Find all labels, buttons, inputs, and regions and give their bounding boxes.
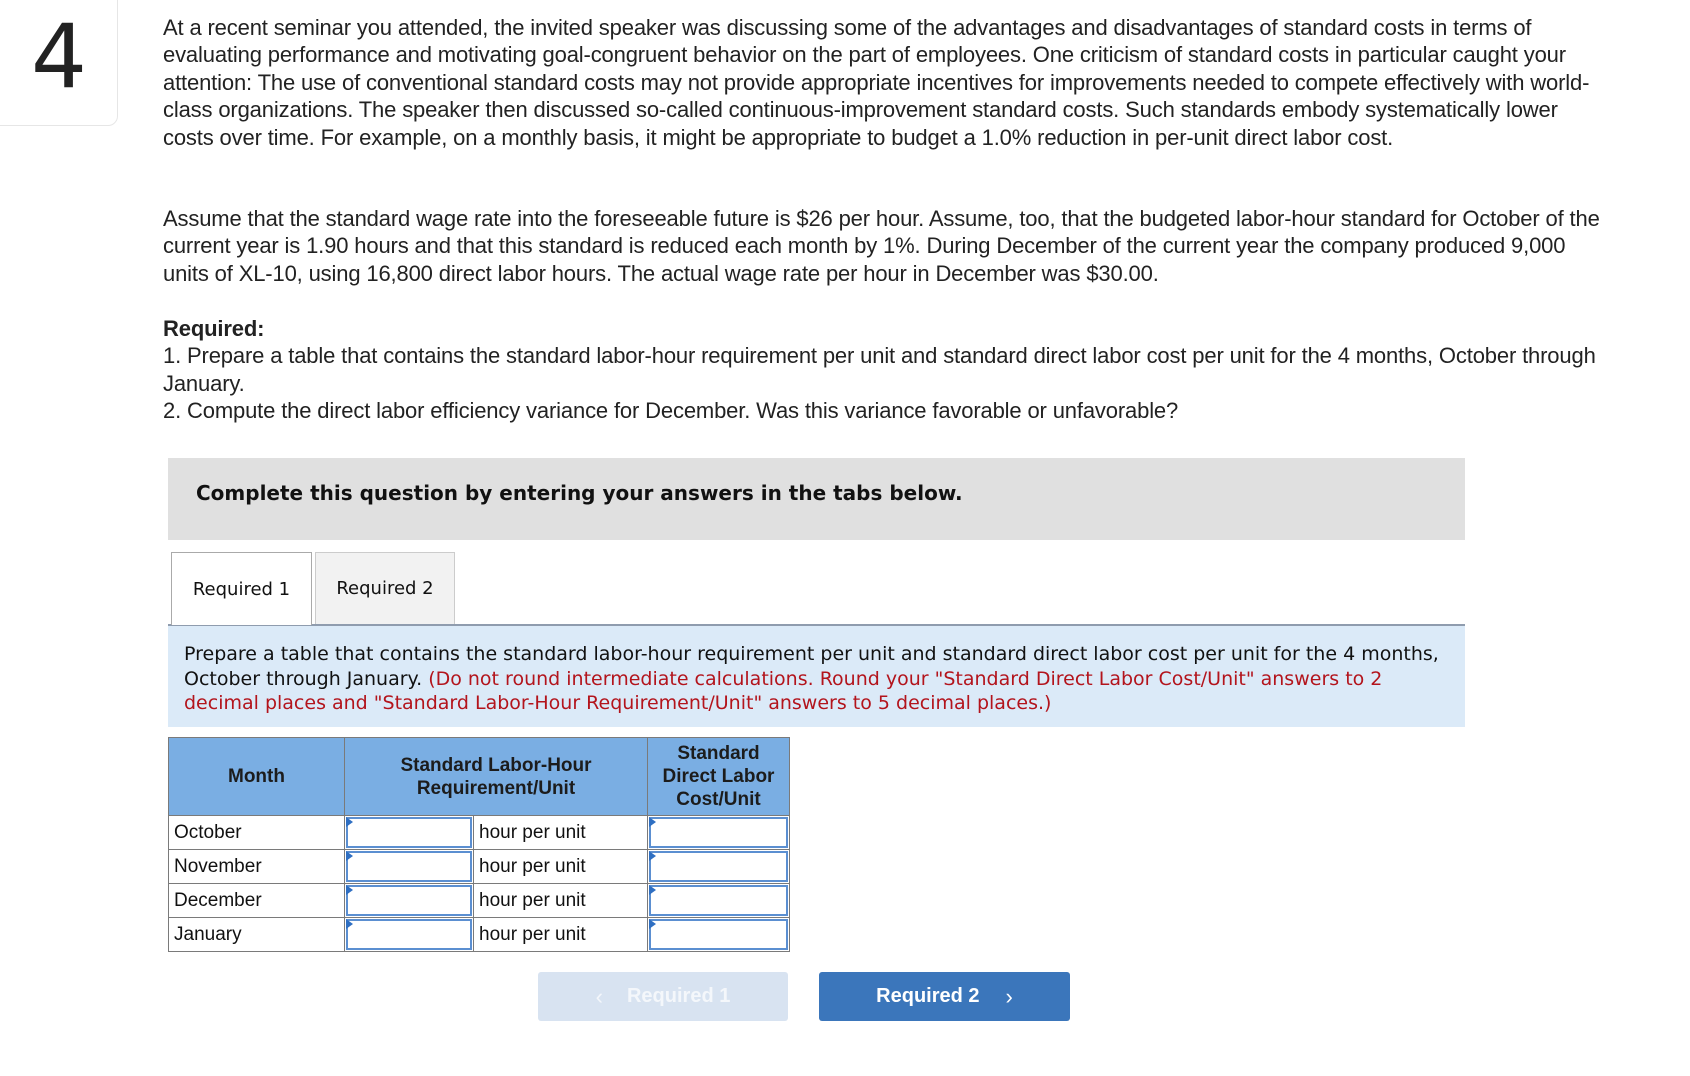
chevron-right-icon: › [1005, 983, 1013, 1009]
month-cell: December [168, 883, 345, 918]
unit-label: hour per unit [473, 849, 648, 884]
december-cost-input[interactable] [649, 885, 788, 916]
unit-label: hour per unit [473, 815, 648, 850]
prev-required-1-button[interactable]: ‹ Required 1 [538, 972, 788, 1021]
tab-instructions-panel: Prepare a table that contains the standa… [168, 624, 1465, 727]
chevron-left-icon: ‹ [595, 983, 603, 1009]
november-cost-input[interactable] [649, 851, 788, 882]
tab-instructions: Prepare a table that contains the standa… [184, 642, 1444, 716]
question-paragraph-2: Assume that the standard wage rate into … [163, 206, 1600, 286]
header-labor-hour: Standard Labor-Hour Requirement/Unit [344, 737, 648, 816]
table-row: October hour per unit [168, 815, 790, 850]
required-item-1: 1. Prepare a table that contains the sta… [163, 343, 1596, 396]
prev-button-label: Required 1 [626, 985, 731, 1007]
next-button-label: Required 2 [876, 985, 980, 1007]
month-cell: October [168, 815, 345, 850]
header-month: Month [168, 737, 345, 816]
december-hours-input[interactable] [346, 885, 472, 916]
october-cost-input[interactable] [649, 817, 788, 848]
question-paragraph-1: At a recent seminar you attended, the in… [163, 15, 1590, 150]
table-row: January hour per unit [168, 917, 790, 952]
instruction-banner: Complete this question by entering your … [168, 458, 1465, 540]
table-row: November hour per unit [168, 849, 790, 884]
header-cost: Standard Direct Labor Cost/Unit [647, 737, 790, 816]
january-cost-input[interactable] [649, 919, 788, 950]
month-cell: January [168, 917, 345, 952]
tab-required-2[interactable]: Required 2 [315, 552, 455, 624]
required-item-2: 2. Compute the direct labor efficiency v… [163, 398, 1179, 424]
october-hours-input[interactable] [346, 817, 472, 848]
tab-required-1[interactable]: Required 1 [171, 552, 312, 625]
january-hours-input[interactable] [346, 919, 472, 950]
banner-text: Complete this question by entering your … [196, 481, 963, 505]
question-number: 4 [31, 5, 87, 108]
unit-label: hour per unit [473, 883, 648, 918]
required-section: Required: 1. Prepare a table that contai… [163, 315, 1603, 425]
required-title: Required: [163, 316, 265, 341]
unit-label: hour per unit [473, 917, 648, 952]
month-cell: November [168, 849, 345, 884]
next-required-2-button[interactable]: Required 2 › [819, 972, 1070, 1021]
standards-table: Month Standard Labor-Hour Requirement/Un… [168, 737, 790, 952]
november-hours-input[interactable] [346, 851, 472, 882]
table-row: December hour per unit [168, 883, 790, 918]
